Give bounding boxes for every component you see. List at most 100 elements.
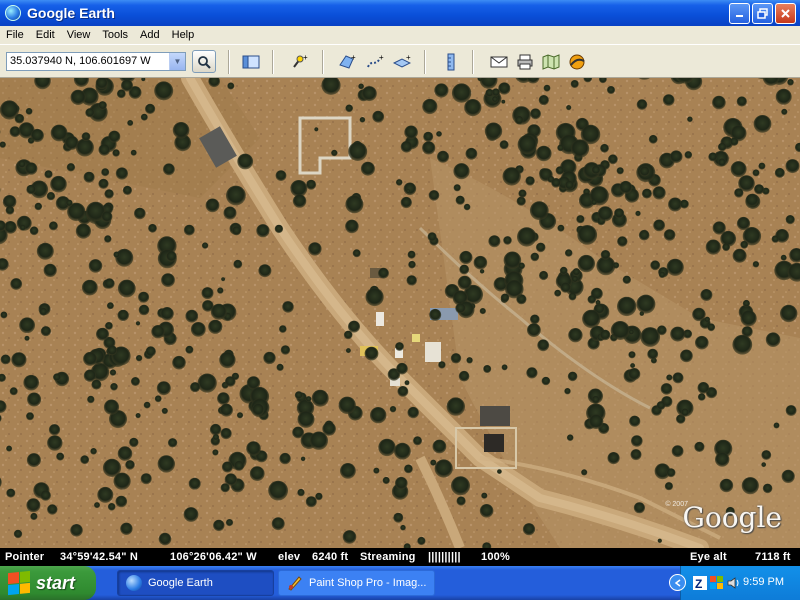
tree [526, 367, 538, 379]
tree [785, 159, 800, 174]
tree [700, 289, 713, 301]
elevation-value: 6240 ft [312, 551, 349, 563]
menu-help[interactable]: Help [166, 29, 201, 41]
tree [117, 279, 136, 298]
toolbar-separator [228, 50, 230, 74]
window-controls [729, 3, 796, 24]
ruler-button[interactable] [442, 53, 460, 71]
tree [407, 250, 416, 259]
status-bar: Pointer 34°59'42.54" N 106°26'06.42" W e… [0, 548, 800, 566]
minimize-button[interactable] [729, 3, 750, 24]
tree [263, 351, 276, 365]
satellite-imagery [0, 78, 800, 548]
search-dropdown-button[interactable]: ▼ [169, 53, 185, 70]
tree [88, 259, 103, 273]
tree [628, 351, 636, 359]
tree [213, 519, 225, 532]
tree [577, 254, 595, 273]
email-icon [490, 56, 508, 68]
tree [479, 504, 494, 518]
tree [581, 469, 588, 476]
windows-security-icon[interactable] [710, 576, 724, 590]
tree [498, 82, 511, 95]
tree [663, 229, 676, 241]
sky-button[interactable] [568, 53, 586, 71]
tree [47, 504, 58, 515]
search-button[interactable] [192, 50, 216, 73]
task-paint-shop-pro[interactable]: Paint Shop Pro - Imag... [278, 570, 435, 596]
zonealarm-icon[interactable]: Z [693, 576, 707, 590]
menu-edit[interactable]: Edit [30, 29, 61, 41]
tree [26, 184, 36, 195]
tree [201, 242, 209, 249]
tree [715, 452, 730, 467]
tree [101, 168, 110, 177]
tree [780, 254, 787, 261]
tree [527, 323, 541, 337]
tree [599, 329, 611, 341]
tree [166, 251, 177, 262]
task-google-earth[interactable]: Google Earth [117, 570, 274, 596]
tree [428, 190, 440, 201]
sidebar-toggle-button[interactable] [242, 53, 260, 71]
streaming-bars: |||||||||| [428, 551, 461, 563]
show-hidden-icons-button[interactable] [669, 574, 686, 591]
menu-add[interactable]: Add [134, 29, 166, 41]
tree [225, 376, 236, 387]
search-input[interactable]: 35.037940 N, 106.601697 W ▼ [6, 52, 186, 71]
tree [6, 445, 13, 452]
tree [314, 127, 319, 132]
close-button[interactable] [775, 3, 796, 24]
tree [372, 110, 385, 123]
map-view[interactable]: © 2007 Google [0, 78, 800, 548]
tree [629, 415, 641, 427]
tree [587, 295, 597, 304]
tree [161, 273, 175, 287]
tree [23, 374, 39, 391]
tree [499, 140, 509, 150]
tree [209, 423, 222, 436]
tree [279, 452, 291, 465]
maximize-button[interactable] [752, 3, 773, 24]
pointer-longitude: 106°26'06.42" W [170, 551, 257, 563]
tree [680, 349, 693, 363]
tree [568, 292, 577, 301]
tree [432, 439, 447, 454]
tree [761, 450, 772, 460]
tree [656, 401, 666, 410]
tree [0, 100, 19, 120]
menu-tools[interactable]: Tools [96, 29, 134, 41]
add-polygon-button[interactable]: + [338, 53, 356, 71]
view-in-maps-icon [542, 54, 560, 70]
add-placemark-button[interactable]: + [290, 53, 308, 71]
title-bar[interactable]: Google Earth [0, 0, 800, 26]
tree [400, 196, 412, 209]
tree [65, 199, 73, 207]
tree [75, 223, 91, 239]
tree [48, 221, 58, 231]
tree [25, 108, 33, 115]
tree [588, 414, 604, 430]
tree [18, 160, 26, 168]
tree [543, 84, 551, 92]
add-path-button[interactable]: + [366, 53, 384, 71]
tree [130, 377, 140, 386]
google-logo: Google [682, 501, 782, 534]
email-button[interactable] [490, 53, 508, 71]
tree [539, 270, 549, 281]
tree [201, 287, 214, 300]
add-image-overlay-button[interactable]: + [393, 53, 411, 71]
tree [345, 195, 364, 214]
volume-icon[interactable] [727, 577, 741, 589]
tree [105, 322, 113, 330]
tree [530, 108, 541, 120]
tree [557, 144, 564, 152]
tree [130, 149, 137, 156]
start-button[interactable]: start [0, 566, 96, 600]
tree [530, 314, 540, 325]
tree [331, 149, 338, 157]
menu-view[interactable]: View [61, 29, 97, 41]
print-button[interactable] [516, 53, 534, 71]
menu-file[interactable]: File [0, 29, 30, 41]
view-in-maps-button[interactable] [542, 53, 560, 71]
